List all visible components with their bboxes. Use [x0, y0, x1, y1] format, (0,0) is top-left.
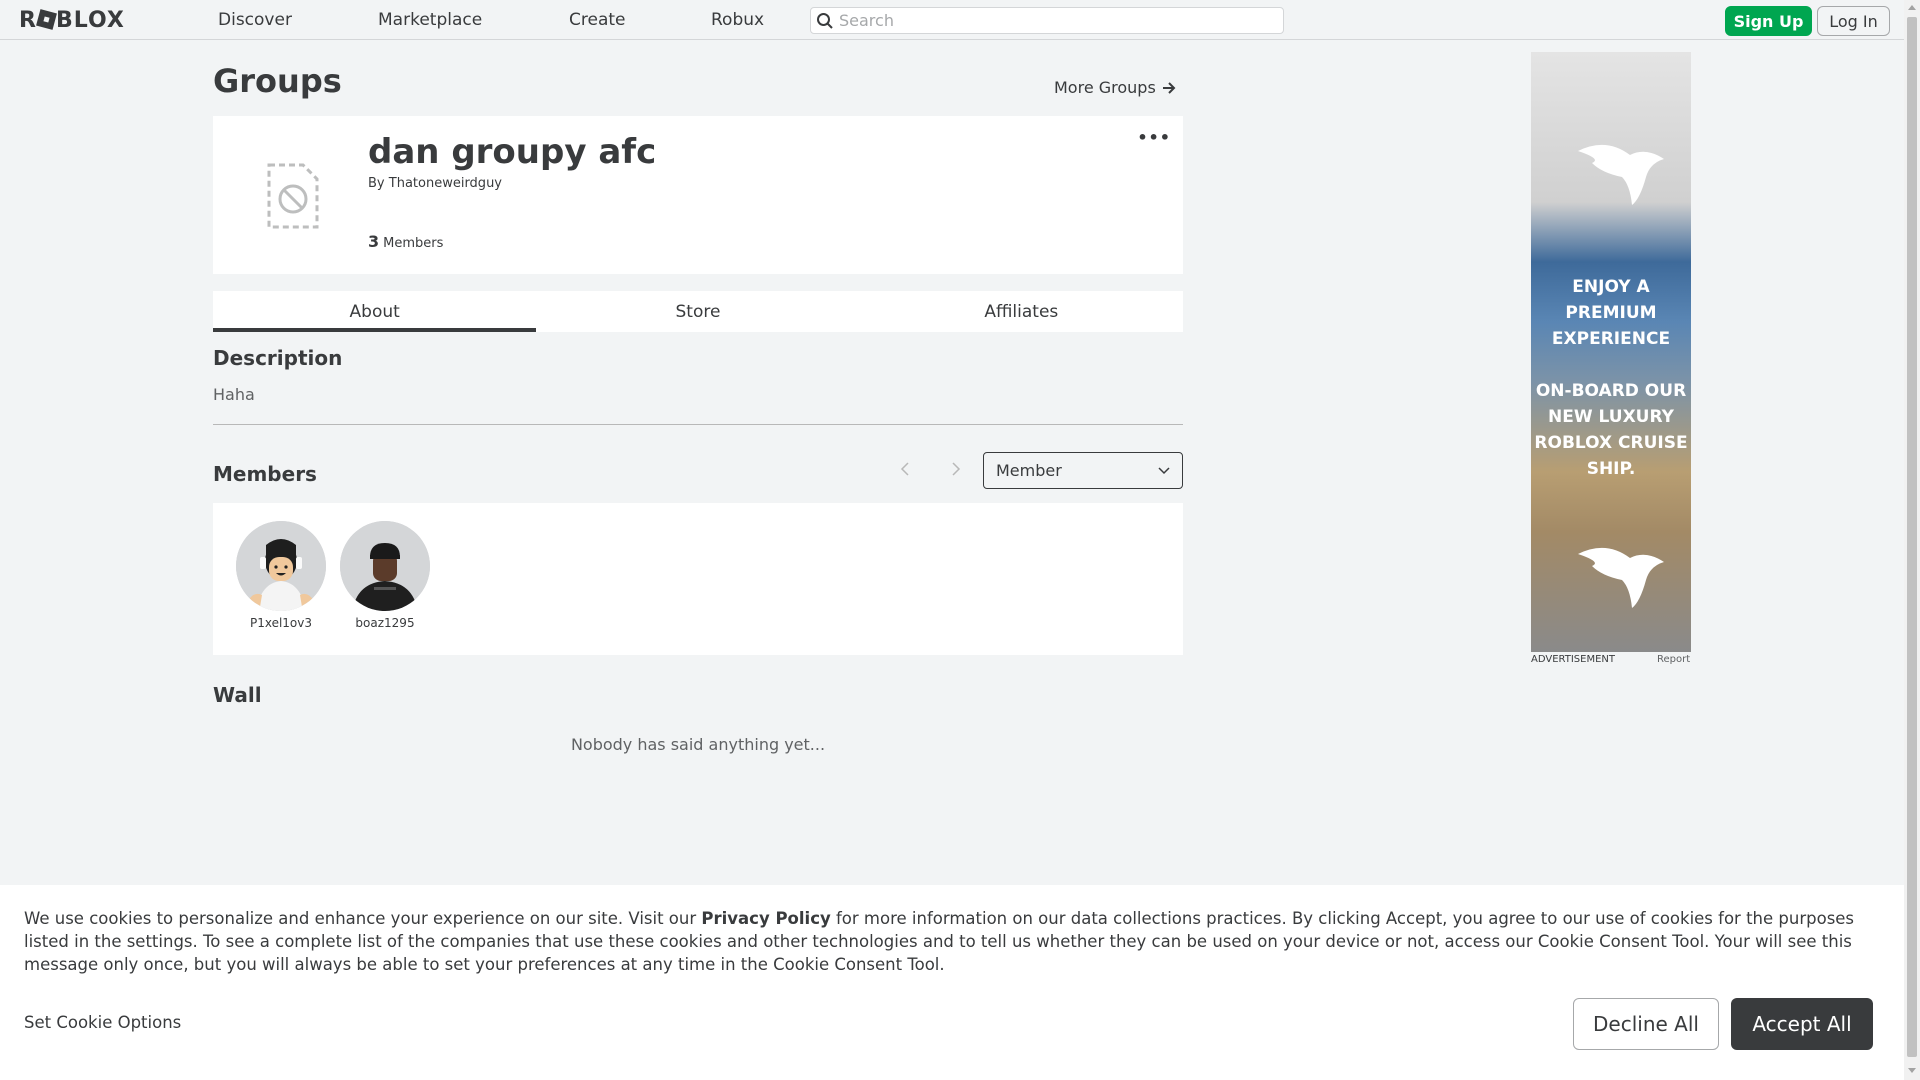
- members-list: P1xel1ov3 boaz1295: [213, 503, 1183, 655]
- search-icon: [811, 8, 839, 33]
- description-title: Description: [213, 346, 343, 370]
- avatar: [340, 521, 430, 611]
- ad-body-line: ON-BOARD OUR: [1535, 381, 1687, 401]
- advertisement-banner[interactable]: ENJOY A PREMIUM EXPERIENCE ON-BOARD OUR …: [1531, 52, 1691, 652]
- decline-all-button[interactable]: Decline All: [1573, 998, 1719, 1050]
- members-title: Members: [213, 462, 317, 486]
- more-groups-label: More Groups: [1054, 78, 1156, 97]
- ad-body-line: ROBLOX CRUISE: [1534, 433, 1688, 453]
- ad-headline: ENJOY A PREMIUM EXPERIENCE: [1531, 274, 1691, 352]
- divider: [213, 424, 1183, 425]
- log-in-button[interactable]: Log In: [1817, 6, 1890, 36]
- role-dropdown[interactable]: Member: [983, 452, 1183, 489]
- report-ad-link[interactable]: Report: [1657, 654, 1690, 665]
- ad-body: ON-BOARD OUR NEW LUXURY ROBLOX CRUISE SH…: [1531, 378, 1691, 482]
- search-bar[interactable]: [810, 7, 1284, 34]
- ad-headline-line: ENJOY A: [1572, 277, 1650, 297]
- ad-headline-line: PREMIUM: [1565, 303, 1657, 323]
- scroll-down-arrow-icon[interactable]: [1908, 1068, 1916, 1073]
- group-name: dan groupy afc: [368, 132, 657, 172]
- scrollbar-thumb[interactable]: [1907, 17, 1917, 1057]
- member-item[interactable]: boaz1295: [339, 521, 431, 630]
- ad-headline-line: EXPERIENCE: [1551, 329, 1671, 349]
- top-navigation: R BLOX Discover Marketplace Create Robux …: [0, 0, 1904, 40]
- chevron-left-icon[interactable]: [895, 459, 915, 479]
- chevron-right-icon[interactable]: [946, 459, 966, 479]
- privacy-policy-link[interactable]: Privacy Policy: [701, 909, 830, 928]
- tab-affiliates[interactable]: Affiliates: [860, 291, 1183, 332]
- sign-up-button[interactable]: Sign Up: [1725, 6, 1812, 36]
- nav-create[interactable]: Create: [569, 10, 626, 30]
- avatar: [236, 521, 326, 611]
- group-emblem-placeholder-icon: [263, 161, 323, 231]
- ad-body-line: SHIP.: [1586, 459, 1636, 479]
- ad-body-line: NEW LUXURY: [1548, 407, 1674, 427]
- cookie-message: We use cookies to personalize and enhanc…: [24, 907, 1884, 976]
- bird-icon: [1578, 144, 1664, 205]
- page-title: Groups: [213, 62, 342, 100]
- ellipsis-icon[interactable]: •••: [1137, 128, 1171, 147]
- tab-about[interactable]: About: [213, 291, 537, 332]
- page-scrollbar[interactable]: [1904, 0, 1920, 1080]
- group-owner-line: By Thatoneweirdguy: [368, 176, 502, 191]
- member-count: 3 Members: [368, 232, 443, 251]
- nav-marketplace[interactable]: Marketplace: [378, 10, 482, 30]
- accept-all-button[interactable]: Accept All: [1731, 998, 1873, 1050]
- member-item[interactable]: P1xel1ov3: [235, 521, 327, 630]
- wall-empty-message: Nobody has said anything yet...: [570, 735, 826, 754]
- roblox-logo[interactable]: R BLOX: [19, 8, 125, 33]
- nav-discover[interactable]: Discover: [218, 10, 292, 30]
- cookie-banner: We use cookies to personalize and enhanc…: [0, 885, 1904, 1080]
- tab-store[interactable]: Store: [536, 291, 859, 332]
- cookie-text-before: We use cookies to personalize and enhanc…: [24, 909, 702, 928]
- bird-icon: [1578, 547, 1664, 608]
- set-cookie-options-link[interactable]: Set Cookie Options: [24, 1013, 181, 1032]
- group-tabs: About Store Affiliates: [213, 291, 1183, 332]
- member-name: P1xel1ov3: [249, 616, 313, 630]
- member-count-number: 3: [368, 232, 380, 251]
- by-prefix: By: [368, 176, 385, 191]
- nav-robux[interactable]: Robux: [711, 10, 764, 30]
- member-count-label: Members: [383, 236, 444, 251]
- more-groups-link[interactable]: More Groups: [1054, 78, 1176, 97]
- member-name: boaz1295: [355, 616, 415, 630]
- wall-title: Wall: [213, 683, 262, 707]
- arrow-right-icon: [1162, 81, 1176, 94]
- description-text: Haha: [213, 385, 255, 404]
- chevron-down-icon: [1158, 466, 1170, 474]
- group-owner-link[interactable]: Thatoneweirdguy: [389, 176, 502, 191]
- group-header-card: dan groupy afc By Thatoneweirdguy 3 Membe…: [213, 116, 1183, 274]
- role-dropdown-value: Member: [996, 461, 1062, 480]
- scroll-up-arrow-icon[interactable]: [1908, 5, 1916, 10]
- search-input[interactable]: [839, 11, 1269, 30]
- advertisement-label: ADVERTISEMENT: [1531, 654, 1616, 665]
